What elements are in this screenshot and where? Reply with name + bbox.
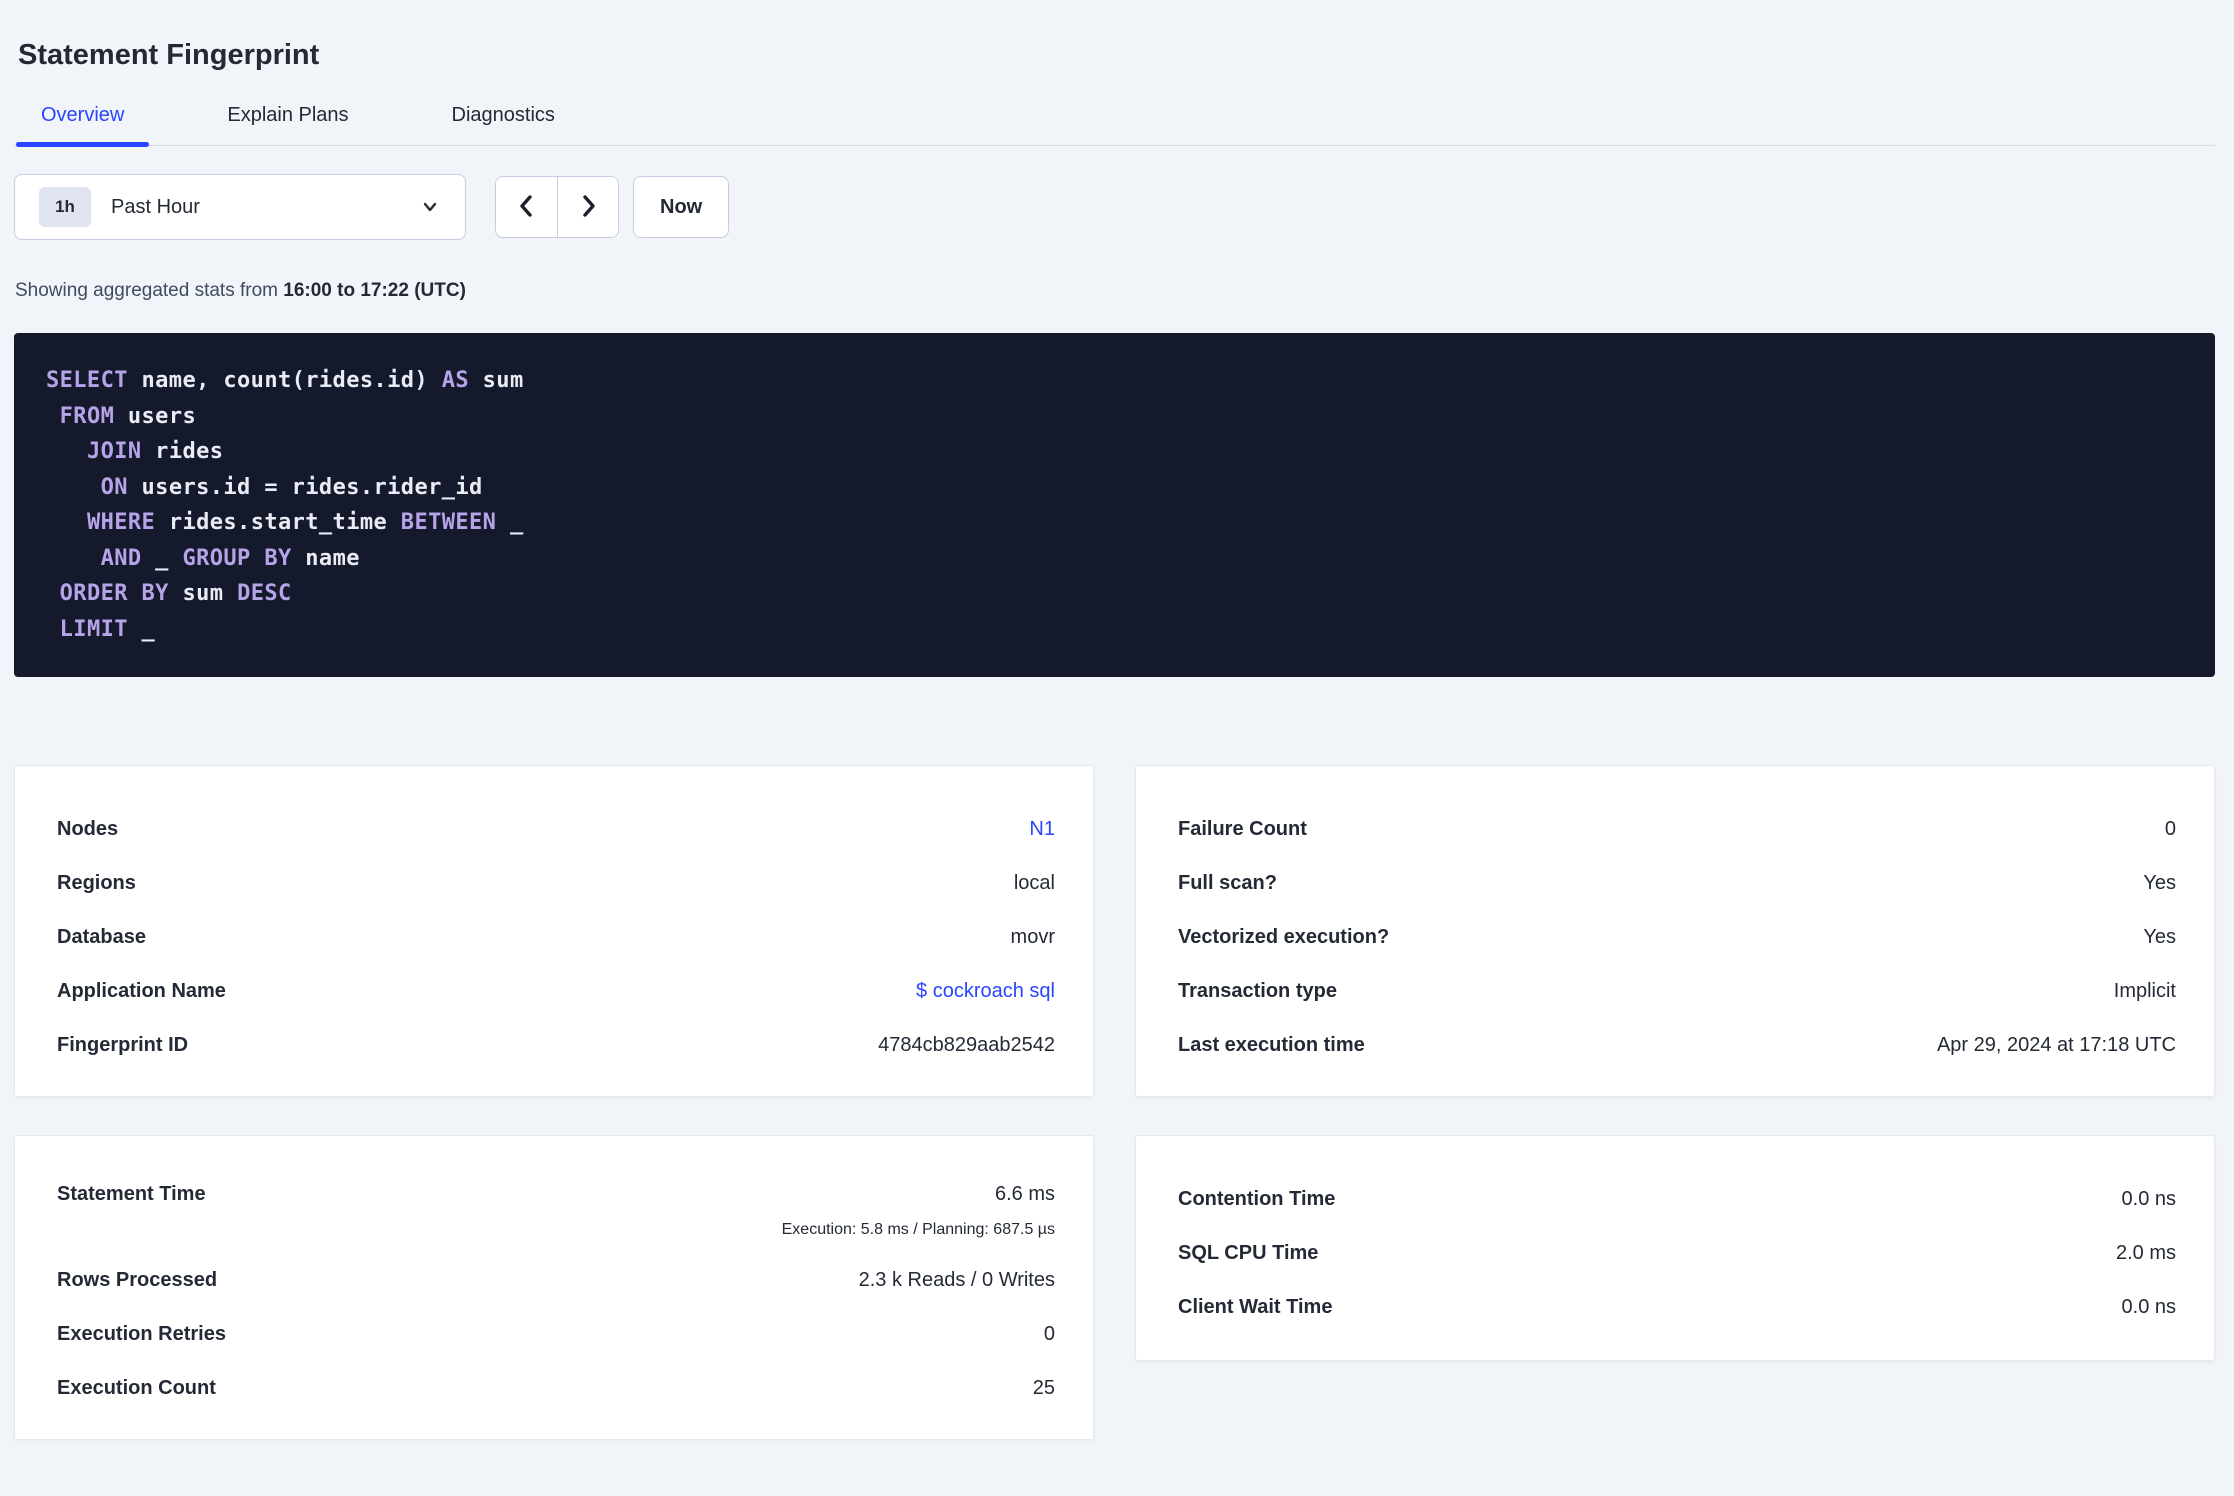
time-toolbar: 1h Past Hour Now [14,174,2215,240]
row-value: Yes [2143,925,2176,948]
table-row: Application Name $ cockroach sql [57,964,1055,1018]
tab-overview[interactable]: Overview [16,96,150,147]
aggregated-stats-summary: Showing aggregated stats from 16:00 to 1… [15,280,2215,302]
table-row: Fingerprint ID 4784cb829aab2542 [57,1018,1055,1072]
time-step-button-group [495,176,619,238]
row-value: 0 [2164,817,2176,840]
stats-summary-prefix: Showing aggregated stats from [15,280,284,301]
table-row: Failure Count 0 [1178,802,2176,856]
row-subvalue: Execution: 5.8 ms / Planning: 687.5 µs [781,1221,1055,1238]
wait-times-card: Contention Time 0.0 ns SQL CPU Time 2.0 … [1135,1135,2215,1361]
next-time-button[interactable] [557,177,618,237]
tab-diagnostics[interactable]: Diagnostics [427,96,580,145]
row-label: Execution Retries [57,1322,226,1345]
row-value: Yes [2143,871,2176,894]
chevron-left-icon [515,193,539,222]
now-button[interactable]: Now [633,176,730,238]
tab-explain-plans[interactable]: Explain Plans [202,96,373,145]
time-range-badge: 1h [39,187,91,227]
table-row: Nodes N1 [57,802,1055,856]
statement-times-card: Statement Time 6.6 ms Execution: 5.8 ms … [14,1135,1094,1440]
row-value: 6.6 ms [994,1182,1055,1205]
nodes-link[interactable]: N1 [1029,818,1055,841]
table-row: Database movr [57,910,1055,964]
statement-fingerprint-page: Statement Fingerprint Overview Explain P… [0,38,2234,1440]
row-label: Application Name [57,979,226,1002]
row-value: 2.0 ms [2115,1241,2176,1264]
row-value: local [1013,871,1055,894]
chevron-down-icon [419,196,441,218]
sql-statement-box: SELECT name, count(rides.id) AS sum FROM… [14,333,2215,677]
table-row: Full scan? Yes [1178,856,2176,910]
row-label: Transaction type [1178,979,1337,1002]
table-row: Transaction type Implicit [1178,964,2176,1018]
time-range-dropdown[interactable]: 1h Past Hour [14,174,466,240]
table-row: Statement Time 6.6 ms [57,1172,1055,1216]
row-label: Failure Count [1178,817,1307,840]
table-row: Contention Time 0.0 ns [1178,1172,2176,1226]
application-name-link[interactable]: $ cockroach sql [916,980,1055,1003]
row-value: Apr 29, 2024 at 17:18 UTC [1936,1033,2176,1056]
row-value: 0 [1043,1322,1055,1345]
table-row: Execution Count 25 [57,1361,1055,1415]
row-label: Full scan? [1178,871,1277,894]
row-value: 25 [1032,1376,1055,1399]
tab-bar: Overview Explain Plans Diagnostics [14,96,2215,147]
row-label: Vectorized execution? [1178,925,1390,948]
execution-attributes-card: Failure Count 0 Full scan? Yes Vectorize… [1135,765,2215,1097]
overview-details-card: Nodes N1 Regions local Database movr App… [14,765,1094,1097]
row-label: Fingerprint ID [57,1033,189,1056]
row-value: 0.0 ns [2121,1187,2176,1210]
row-label: Contention Time [1178,1187,1336,1210]
row-label: Client Wait Time [1178,1295,1333,1318]
row-value: 2.3 k Reads / 0 Writes [858,1268,1055,1291]
row-label: Execution Count [57,1376,216,1399]
table-row: SQL CPU Time 2.0 ms [1178,1226,2176,1280]
row-value: movr [1010,925,1055,948]
table-row: Vectorized execution? Yes [1178,910,2176,964]
page-title: Statement Fingerprint [18,39,320,71]
row-label: Database [57,925,146,948]
row-value: Implicit [2113,979,2176,1002]
row-value: 0.0 ns [2121,1295,2176,1318]
row-label: Nodes [57,817,119,840]
row-label: Regions [57,871,136,894]
row-label: Last execution time [1178,1033,1365,1056]
table-row: Last execution time Apr 29, 2024 at 17:1… [1178,1018,2176,1072]
table-row: Execution Retries 0 [57,1307,1055,1361]
stats-summary-range: 16:00 to 17:22 (UTC) [283,280,466,301]
row-value: 4784cb829aab2542 [878,1033,1055,1056]
row-label: SQL CPU Time [1178,1241,1319,1264]
table-row: Regions local [57,856,1055,910]
chevron-right-icon [576,193,600,222]
table-row: Rows Processed 2.3 k Reads / 0 Writes [57,1253,1055,1307]
time-range-label: Past Hour [111,195,200,218]
row-label: Rows Processed [57,1268,218,1291]
prev-time-button[interactable] [496,177,557,237]
table-row: Client Wait Time 0.0 ns [1178,1280,2176,1334]
summary-cards: Nodes N1 Regions local Database movr App… [14,765,2215,1440]
row-label: Statement Time [57,1182,206,1205]
